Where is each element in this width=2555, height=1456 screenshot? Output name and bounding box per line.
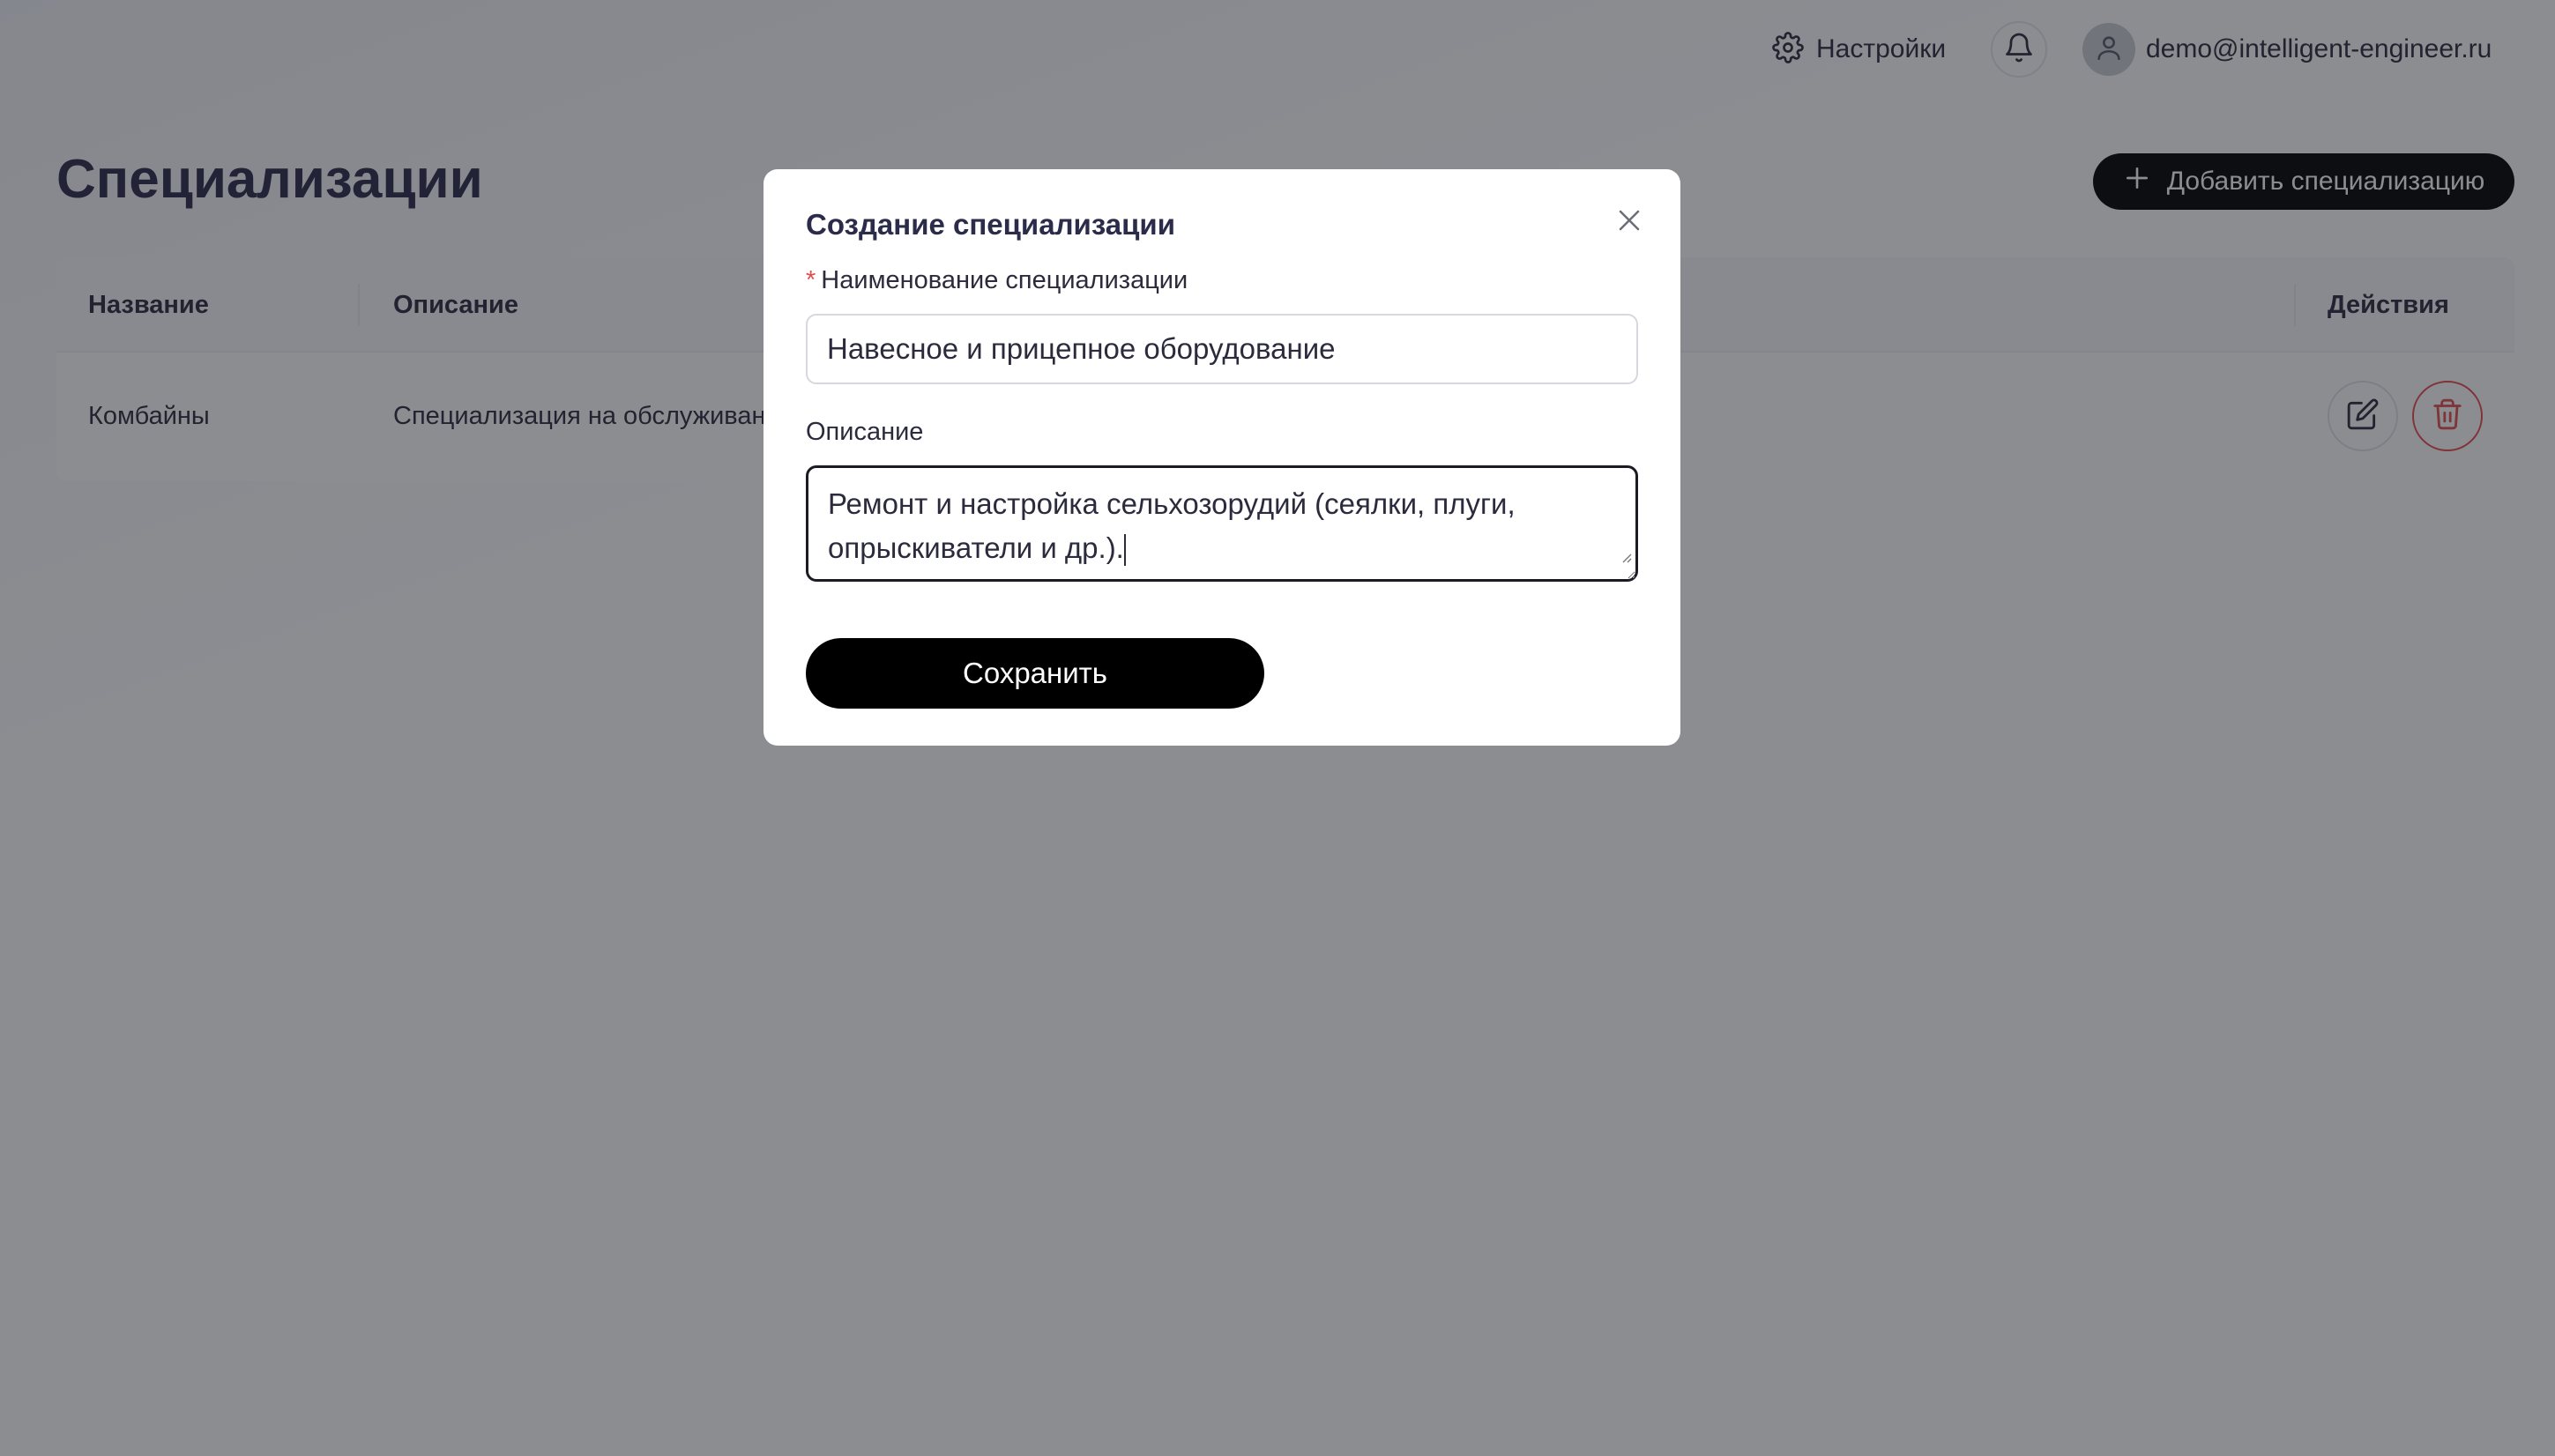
close-button[interactable] xyxy=(1610,203,1649,241)
save-button[interactable]: Сохранить xyxy=(806,638,1264,709)
description-textarea[interactable]: Ремонт и настройка сельхозорудий (сеялки… xyxy=(806,465,1638,582)
text-caret xyxy=(1123,534,1126,567)
create-specialization-dialog: Создание специализации * Наименование спе… xyxy=(764,169,1680,746)
name-input[interactable]: Навесное и прицепное оборудование xyxy=(806,314,1638,384)
name-label-text: Наименование специализации xyxy=(821,266,1188,294)
dialog-title: Создание специализации xyxy=(806,208,1175,241)
required-mark: * xyxy=(806,266,816,294)
description-field-label: Описание xyxy=(806,418,924,446)
description-text: Ремонт и настройка сельхозорудий (сеялки… xyxy=(828,487,1516,564)
resize-grip-icon[interactable] xyxy=(1618,531,1632,576)
close-icon xyxy=(1616,207,1642,238)
name-field-label: * Наименование специализации xyxy=(806,266,1188,295)
